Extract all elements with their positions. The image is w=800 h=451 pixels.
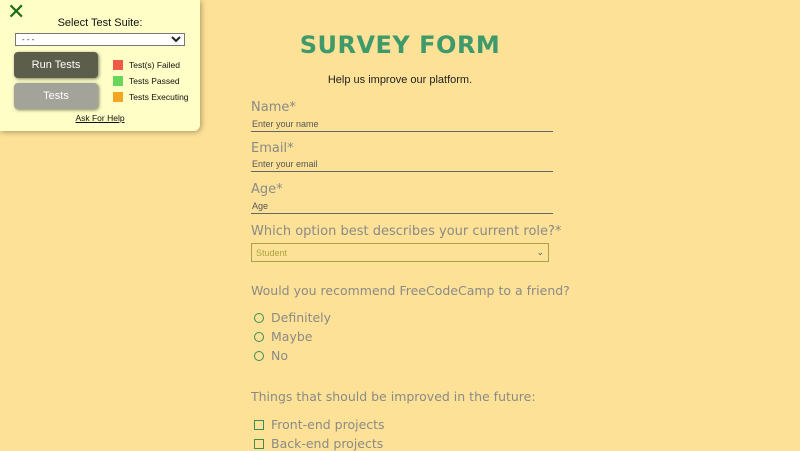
radio-label: No bbox=[271, 348, 288, 363]
role-selected-value: Student bbox=[256, 247, 288, 258]
test-legend: Test(s) Failed Tests Passed Tests Execut… bbox=[113, 57, 189, 105]
legend-failed: Test(s) Failed bbox=[113, 57, 189, 73]
test-suite-select[interactable]: - - - bbox=[15, 33, 185, 46]
radio-maybe[interactable]: Maybe bbox=[254, 329, 312, 344]
run-tests-button[interactable]: Run Tests bbox=[14, 52, 98, 78]
legend-label: Tests Passed bbox=[129, 76, 180, 86]
age-input[interactable] bbox=[251, 199, 553, 214]
checkbox-label: Back-end projects bbox=[271, 436, 384, 451]
radio-button-icon[interactable] bbox=[254, 350, 264, 361]
checkbox-label: Front-end projects bbox=[271, 417, 385, 432]
chevron-down-icon: ⌄ bbox=[536, 247, 544, 257]
checkbox-icon[interactable] bbox=[254, 438, 264, 449]
age-label: Age* bbox=[251, 182, 283, 197]
legend-passed: Tests Passed bbox=[113, 73, 189, 89]
radio-button-icon[interactable] bbox=[254, 331, 264, 342]
radio-label: Maybe bbox=[271, 329, 313, 344]
legend-label: Tests Executing bbox=[129, 92, 189, 102]
tests-button[interactable]: Tests bbox=[14, 83, 98, 109]
checkbox-icon[interactable] bbox=[254, 419, 264, 430]
radio-label: Definitely bbox=[271, 310, 332, 325]
checkbox-back-end[interactable]: Back-end projects bbox=[254, 436, 383, 451]
radio-definitely[interactable]: Definitely bbox=[254, 310, 331, 325]
executing-swatch-icon bbox=[113, 92, 123, 102]
improve-question: Things that should be improved in the fu… bbox=[251, 389, 536, 404]
radio-no[interactable]: No bbox=[254, 348, 288, 363]
radio-button-icon[interactable] bbox=[254, 312, 264, 323]
email-input[interactable] bbox=[251, 157, 553, 172]
ask-for-help-link[interactable]: Ask For Help bbox=[0, 113, 200, 123]
failed-swatch-icon bbox=[113, 60, 123, 70]
legend-executing: Tests Executing bbox=[113, 89, 189, 105]
checkbox-front-end[interactable]: Front-end projects bbox=[254, 417, 385, 432]
legend-label: Test(s) Failed bbox=[129, 60, 181, 70]
passed-swatch-icon bbox=[113, 76, 123, 86]
name-input[interactable] bbox=[251, 117, 553, 132]
email-label: Email* bbox=[251, 141, 294, 156]
role-label: Which option best describes your current… bbox=[251, 224, 562, 239]
name-label: Name* bbox=[251, 100, 296, 115]
role-dropdown[interactable]: Student ⌄ bbox=[251, 243, 549, 262]
test-suite-panel: ✕ Select Test Suite: - - - Run Tests Tes… bbox=[0, 0, 200, 131]
recommend-question: Would you recommend FreeCodeCamp to a fr… bbox=[251, 283, 570, 298]
suite-label: Select Test Suite: bbox=[57, 17, 143, 29]
